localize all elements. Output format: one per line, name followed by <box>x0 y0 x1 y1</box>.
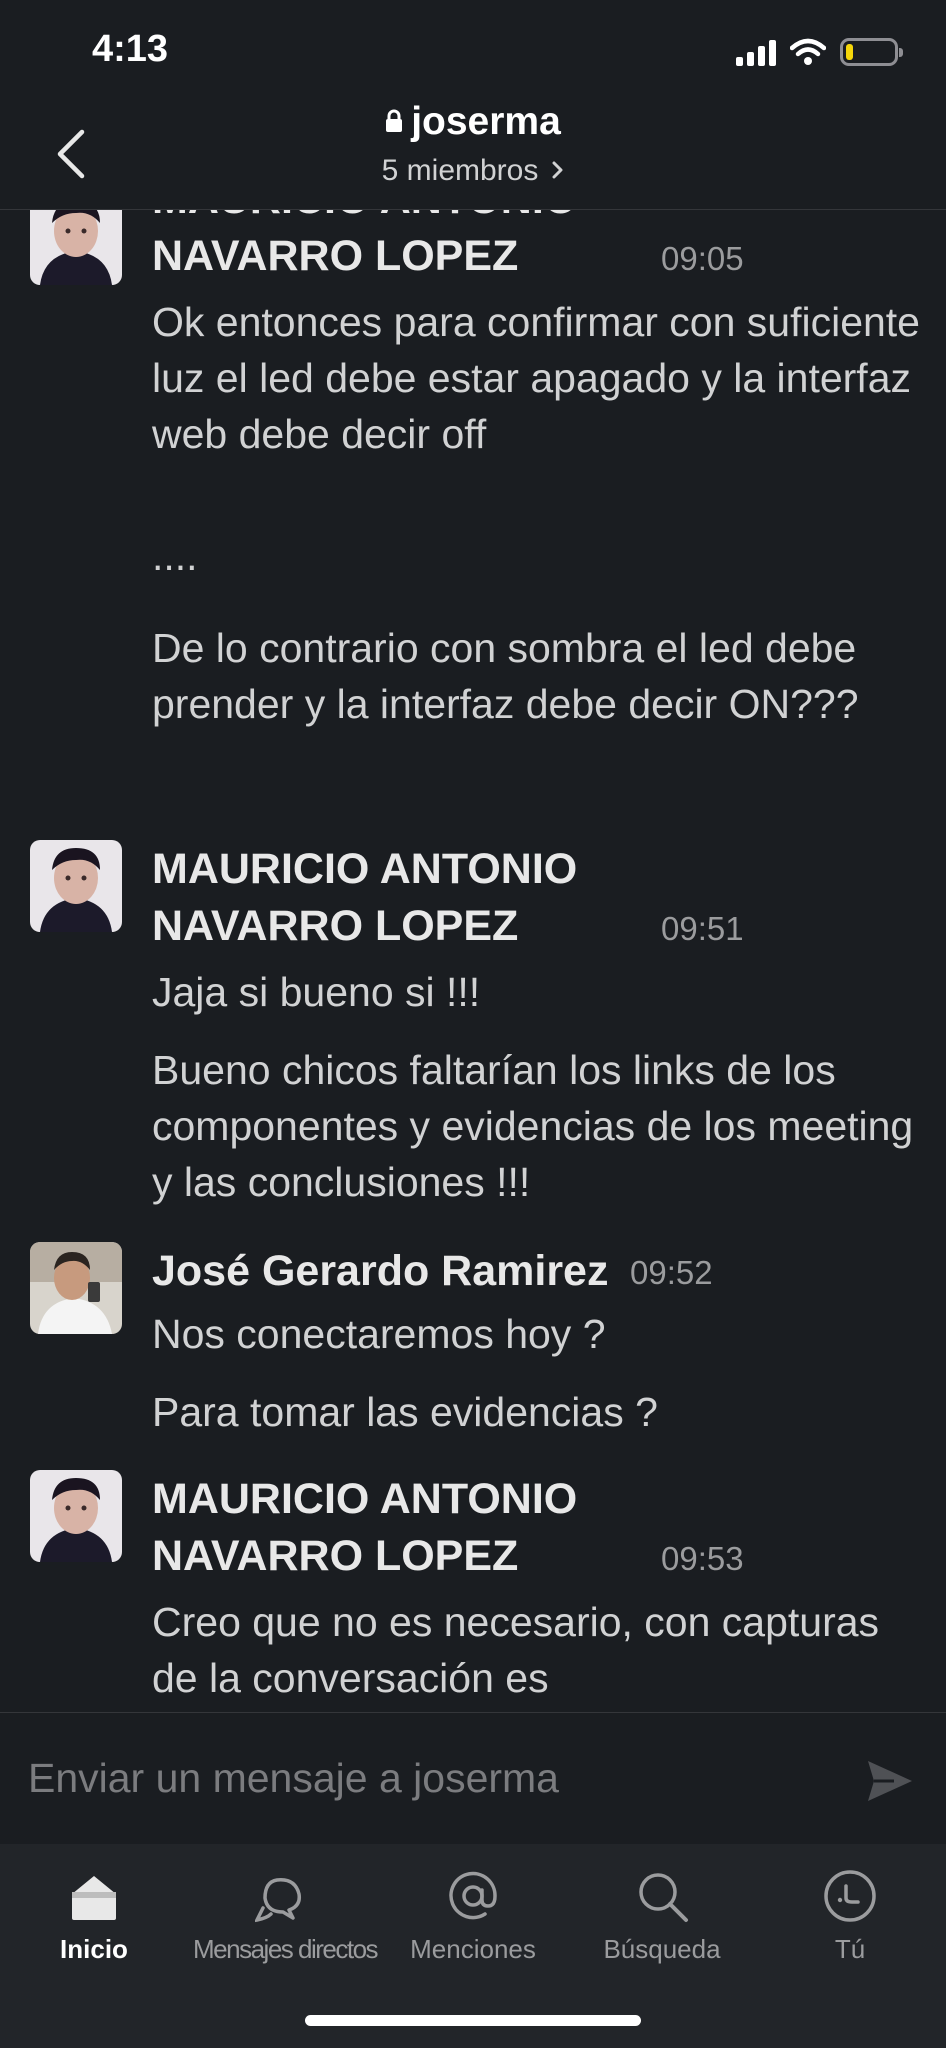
home-indicator[interactable] <box>305 2015 641 2026</box>
message-author[interactable]: MAURICIO ANTONIO <box>152 210 577 228</box>
message-author-line2[interactable]: NAVARRO LOPEZ <box>152 1527 518 1585</box>
message-author[interactable]: José Gerardo Ramirez <box>152 1242 608 1300</box>
message-timestamp: 09:51 <box>661 910 744 947</box>
avatar-mauricio[interactable] <box>30 840 122 932</box>
message-author-line2[interactable]: NAVARRO LOPEZ <box>152 897 518 955</box>
members-link[interactable]: 5 miembros <box>0 154 946 188</box>
profile-icon <box>824 1870 876 1922</box>
channel-title[interactable]: joserma <box>0 100 946 144</box>
tab-mentions[interactable]: Menciones <box>383 1868 563 1978</box>
message-text: Bueno chicos faltarían los links de los … <box>152 1047 914 1205</box>
tab-search[interactable]: Búsqueda <box>572 1868 752 1978</box>
avatar-mauricio[interactable] <box>30 1470 122 1562</box>
lock-icon <box>386 109 403 132</box>
tab-home[interactable]: Inicio <box>4 1868 184 1978</box>
channel-header: joserma 5 miembros <box>0 100 946 210</box>
message-text: Jaja si bueno si !!! <box>152 969 481 1015</box>
wifi-icon <box>790 38 826 65</box>
message-list[interactable]: MAURICIO ANTONIO NAVARRO LOPEZ 09:05 Ok … <box>0 210 946 1712</box>
tab-profile[interactable]: Tú <box>760 1868 940 1978</box>
message-author[interactable]: MAURICIO ANTONIO <box>152 840 577 898</box>
channel-name: joserma <box>411 100 561 143</box>
tab-label-home: Inicio <box>60 1934 128 1964</box>
battery-level <box>846 44 853 60</box>
message-timestamp: 09:52 <box>630 1254 713 1291</box>
message-text: Nos conectaremos hoy ? <box>152 1311 606 1357</box>
members-count: 5 miembros <box>381 154 539 187</box>
message-text: Para tomar las evidencias ? <box>152 1389 658 1435</box>
message-text: Creo que no es necesario, con capturas d… <box>152 1599 880 1701</box>
home-icon <box>72 1876 116 1920</box>
send-button[interactable] <box>864 1755 916 1807</box>
message-author-line2[interactable]: NAVARRO LOPEZ <box>152 227 518 285</box>
status-bar: 4:13 <box>0 0 946 100</box>
tab-bar: Inicio Mensajes directos Menciones Búsqu… <box>0 1844 946 2048</box>
app-screen: 4:13 joserma 5 miembros NAVARRO LOPEZ 09… <box>0 0 946 2048</box>
search-icon <box>639 1873 688 1922</box>
message-author[interactable]: MAURICIO ANTONIO <box>152 1470 577 1528</box>
message-composer <box>0 1712 946 1844</box>
at-icon <box>449 1871 497 1920</box>
message-text: .... <box>152 533 198 579</box>
message-input[interactable] <box>28 1749 828 1807</box>
tab-label-search: Búsqueda <box>603 1934 721 1964</box>
avatar-mauricio[interactable] <box>30 210 122 285</box>
chevron-right-icon <box>552 161 563 179</box>
status-time: 4:13 <box>92 28 169 70</box>
battery-icon <box>840 38 903 66</box>
cellular-signal-icon <box>736 38 776 66</box>
tab-direct-messages[interactable]: Mensajes directos <box>193 1868 379 1978</box>
status-icons <box>736 34 903 70</box>
message-timestamp: 09:05 <box>661 240 744 277</box>
message-text: Ok entonces para confirmar con suficient… <box>152 299 920 457</box>
tab-label-profile: Tú <box>834 1934 866 1964</box>
message-timestamp: 09:53 <box>661 1540 744 1577</box>
tab-label-direct-messages: Mensajes directos <box>193 1934 379 1964</box>
direct-messages-icon <box>255 1878 302 1923</box>
tab-label-mentions: Menciones <box>410 1934 536 1964</box>
avatar-jose[interactable] <box>30 1242 122 1334</box>
message-text: De lo contrario con sombra el led debe p… <box>152 625 859 727</box>
